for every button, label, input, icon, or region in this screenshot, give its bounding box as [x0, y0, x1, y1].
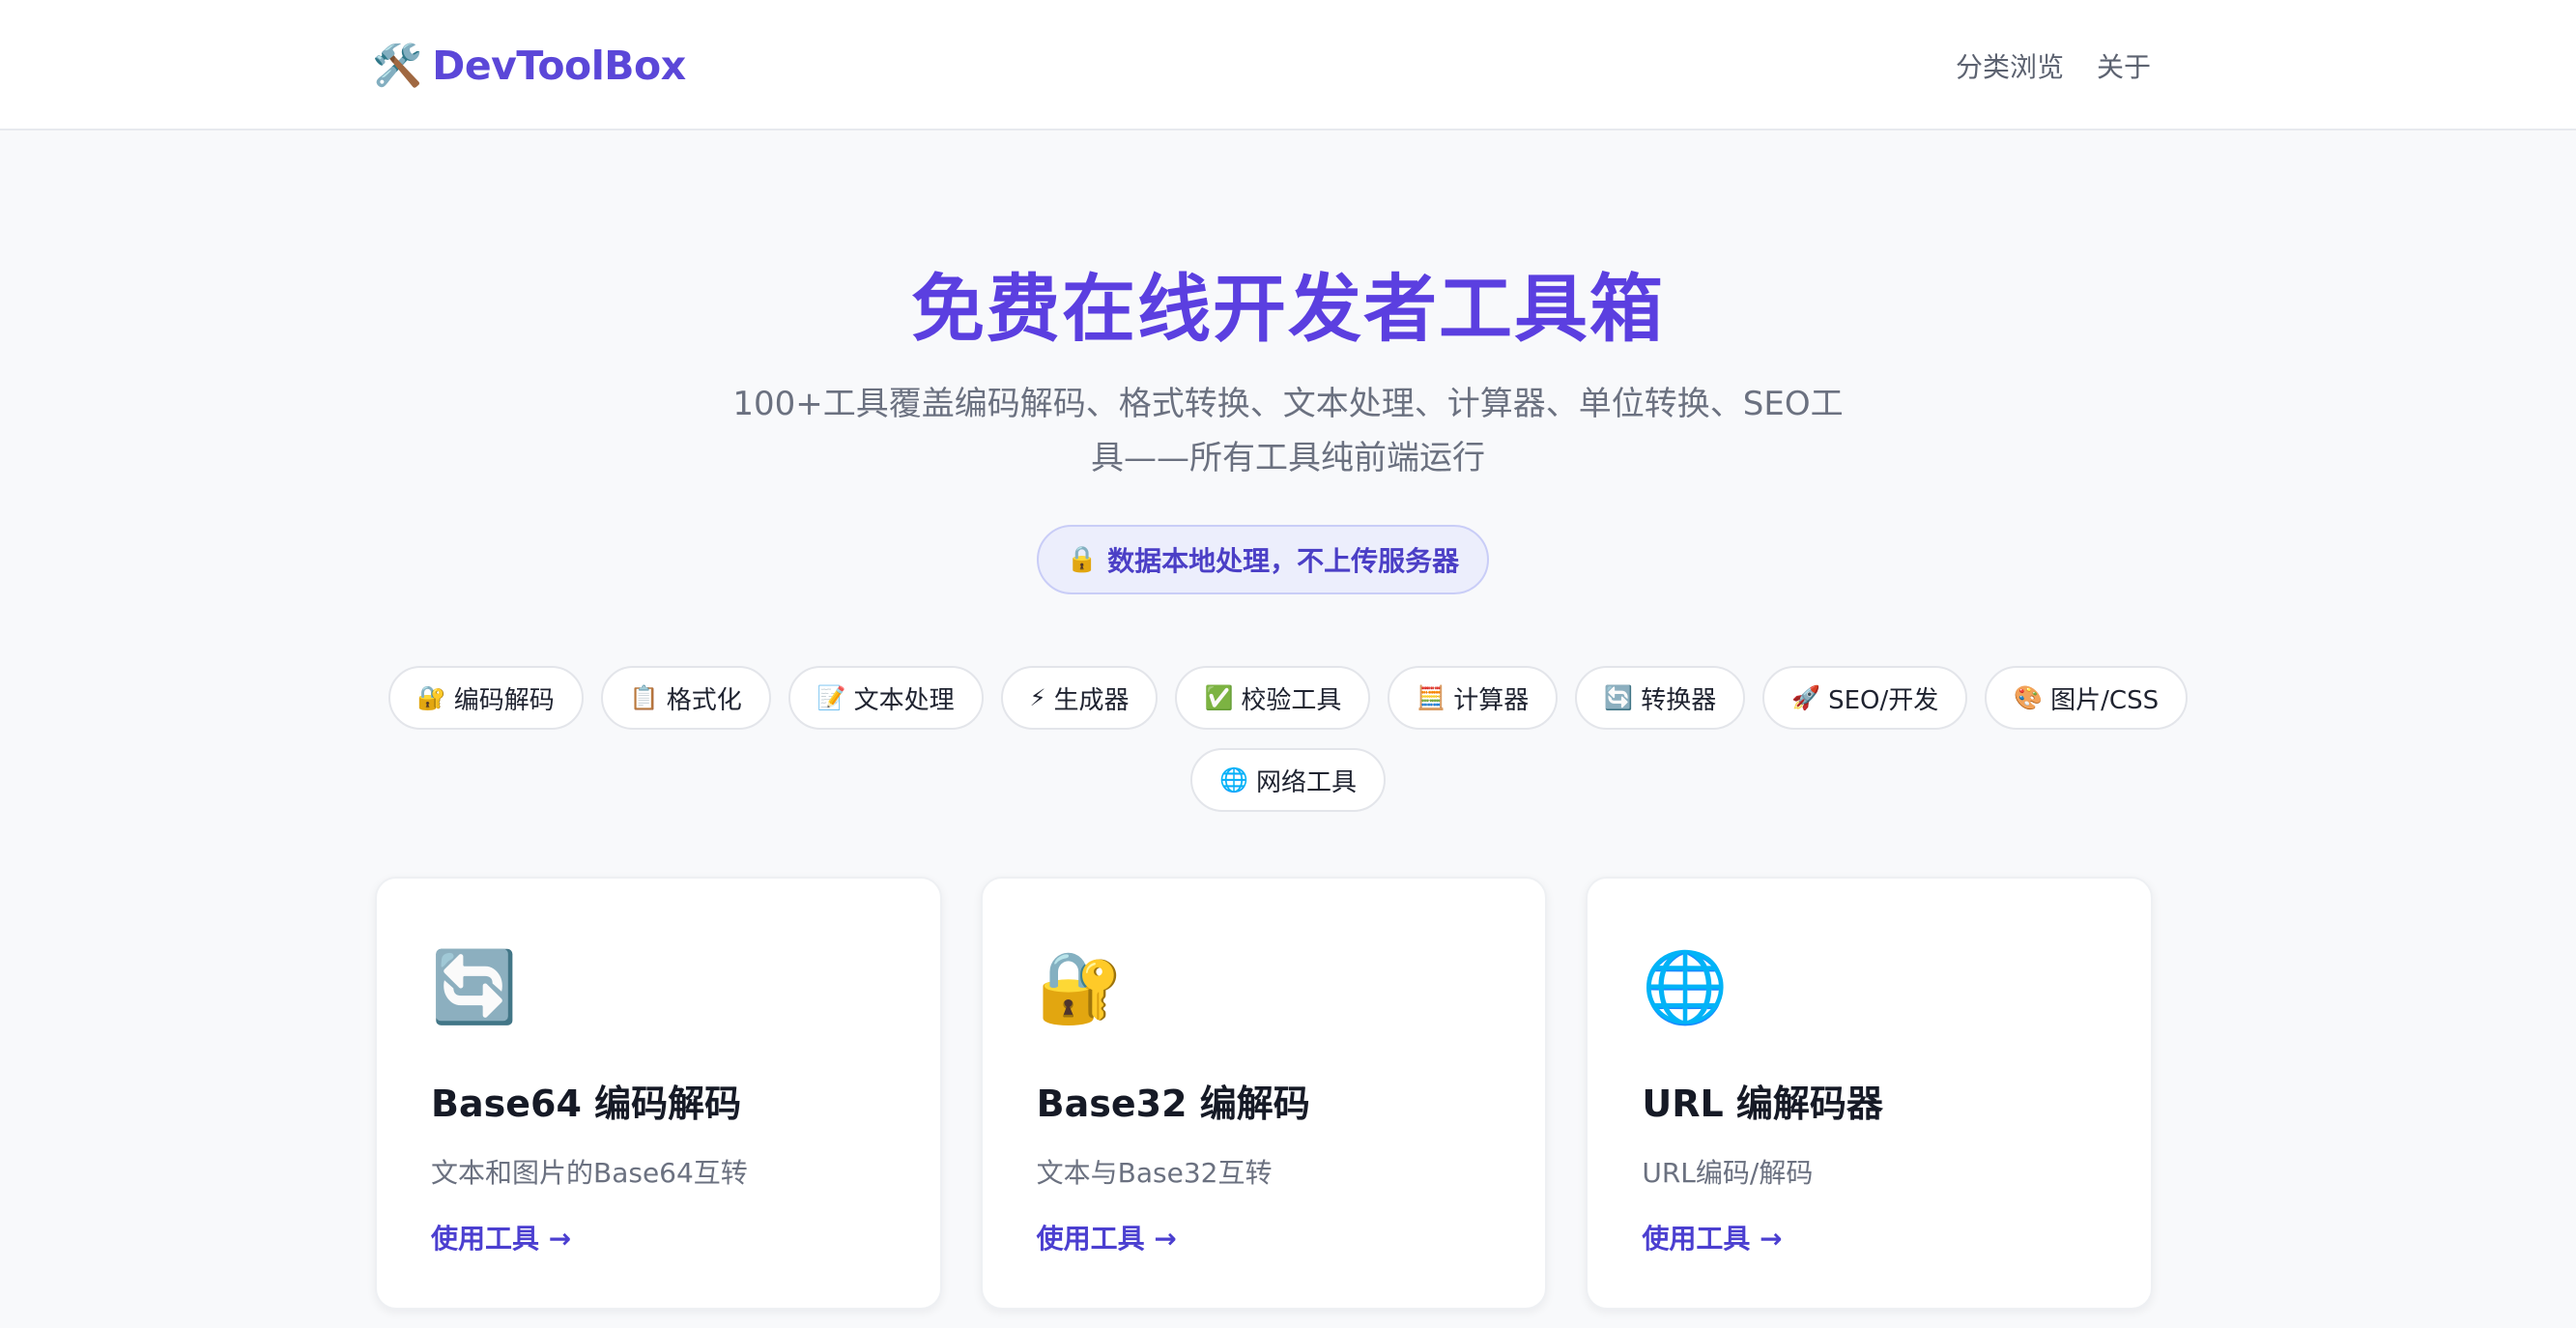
category-chip-label: 计算器 [1453, 685, 1530, 715]
category-chip-format[interactable]: 📋 格式化 [600, 666, 771, 730]
use-tool-link[interactable]: 使用工具 → [1642, 1218, 1782, 1256]
use-tool-link[interactable]: 使用工具 → [1037, 1218, 1177, 1256]
category-chip-label: 图片/CSS [2050, 685, 2160, 715]
refresh-icon: 🔄 [431, 946, 518, 1027]
lock-icon: 🔒 [1066, 545, 1099, 574]
tool-card-base32[interactable]: 🔐 Base32 编解码 文本与Base32互转 使用工具 → [980, 877, 1548, 1310]
abacus-icon: 🧮 [1417, 684, 1446, 711]
rocket-icon: 🚀 [1791, 684, 1821, 711]
category-chip-generator[interactable]: ⚡ 生成器 [1000, 666, 1159, 730]
category-chip-text[interactable]: 📝 文本处理 [787, 666, 984, 730]
tool-card-description: 文本与Base32互转 [1036, 1157, 1273, 1189]
tool-cards: 🔄 Base64 编码解码 文本和图片的Base64互转 使用工具 → 🔐 Ba… [375, 877, 2154, 1310]
use-tool-link[interactable]: 使用工具 → [431, 1218, 571, 1256]
palette-icon: 🎨 [2014, 684, 2044, 711]
category-chip-label: 格式化 [666, 685, 742, 715]
category-chip-label: SEO/开发 [1828, 685, 1939, 715]
category-chip-label: 转换器 [1641, 685, 1717, 715]
category-chip-label: 生成器 [1053, 685, 1130, 715]
category-chip-validation[interactable]: ✅ 校验工具 [1175, 666, 1371, 730]
tool-card-url[interactable]: 🌐 URL 编解码器 URL编码/解码 使用工具 → [1586, 877, 2154, 1310]
tool-card-title: URL 编解码器 [1642, 1083, 1883, 1125]
tool-card-base64[interactable]: 🔄 Base64 编码解码 文本和图片的Base64互转 使用工具 → [375, 877, 942, 1310]
nav-link-about[interactable]: 关于 [2097, 46, 2151, 85]
category-chip-image-css[interactable]: 🎨 图片/CSS [1985, 666, 2189, 730]
globe-icon: 🌐 [1642, 946, 1729, 1027]
subtitle-line-2: 具——所有工具纯前端运行 [1091, 439, 1485, 477]
privacy-badge-text: 数据本地处理，不上传服务器 [1107, 545, 1460, 577]
subtitle-line-1: 100+工具覆盖编码解码、格式转换、文本处理、计算器、单位转换、SEO工 [732, 385, 1844, 423]
clipboard-icon: 📋 [629, 684, 659, 711]
category-chip-calculator[interactable]: 🧮 计算器 [1388, 666, 1559, 730]
memo-icon: 📝 [816, 684, 846, 711]
category-chip-label: 网络工具 [1255, 767, 1357, 797]
page-title: 免费在线开发者工具箱 [911, 266, 1665, 352]
locked-key-icon: 🔐 [416, 684, 446, 711]
category-chip-network[interactable]: 🌐 网络工具 [1190, 748, 1386, 812]
tools-icon: 🛠️ [372, 42, 423, 89]
category-chip-label: 文本处理 [853, 685, 955, 715]
category-chips: 🔐 编码解码 📋 格式化 📝 文本处理 ⚡ 生成器 ✅ 校验工具 🧮 计算器 🔄… [0, 666, 2576, 730]
top-nav: 分类浏览 关于 [1956, 41, 2151, 91]
category-chip-seo[interactable]: 🚀 SEO/开发 [1762, 666, 1968, 730]
page-subtitle: 100+工具覆盖编码解码、格式转换、文本处理、计算器、单位转换、SEO工 具——… [676, 377, 1900, 485]
category-chip-converter[interactable]: 🔄 转换器 [1575, 666, 1746, 730]
category-chip-label: 校验工具 [1241, 685, 1342, 715]
check-mark-icon: ✅ [1204, 684, 1234, 711]
refresh-icon: 🔄 [1604, 684, 1634, 711]
globe-icon: 🌐 [1219, 766, 1248, 794]
site-header: 🛠️ DevToolBox 分类浏览 关于 [0, 0, 2576, 130]
category-chip-encoding[interactable]: 🔐 编码解码 [387, 666, 584, 730]
tool-card-title: Base64 编码解码 [431, 1083, 742, 1125]
tool-card-description: 文本和图片的Base64互转 [431, 1157, 748, 1189]
tool-card-title: Base32 编解码 [1036, 1083, 1310, 1125]
privacy-badge: 🔒 数据本地处理，不上传服务器 [1037, 525, 1489, 594]
category-chips-row-2: 🌐 网络工具 [0, 748, 2576, 812]
lightning-icon: ⚡ [1029, 684, 1046, 711]
logo-link[interactable]: 🛠️ DevToolBox [372, 39, 686, 93]
locked-key-icon: 🔐 [1036, 946, 1124, 1027]
nav-link-categories[interactable]: 分类浏览 [1956, 46, 2064, 85]
category-chip-label: 编码解码 [453, 685, 555, 715]
tool-card-description: URL编码/解码 [1642, 1157, 1814, 1189]
logo-text: DevToolBox [432, 43, 686, 89]
